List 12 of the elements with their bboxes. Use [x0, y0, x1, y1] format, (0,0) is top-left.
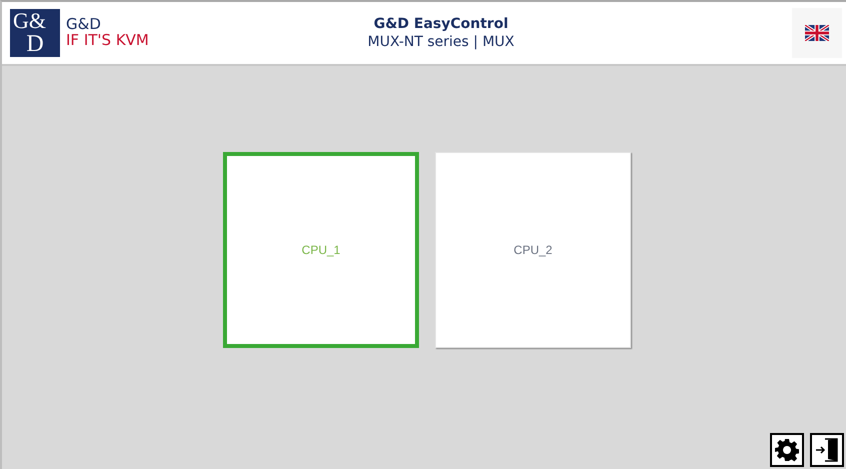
- settings-icon: [775, 438, 799, 462]
- brand-name: G&D: [66, 17, 102, 33]
- flag-icon: [805, 25, 829, 41]
- language-button[interactable]: [792, 8, 842, 58]
- app-title: G&D EasyControl: [374, 16, 508, 32]
- slogan: IF IT'S KVM: [66, 33, 149, 49]
- logo-mark: G& D: [10, 9, 60, 57]
- logout-button[interactable]: [810, 433, 844, 467]
- settings-button[interactable]: [770, 433, 804, 467]
- device-subtitle: MUX-NT series | MUX: [368, 34, 514, 50]
- door-exit-icon: [815, 437, 839, 463]
- channel-tile[interactable]: CPU_2: [435, 152, 631, 348]
